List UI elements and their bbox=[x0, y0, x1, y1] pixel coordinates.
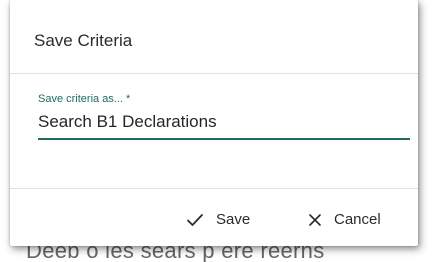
check-icon bbox=[186, 213, 204, 227]
save-button-label: Save bbox=[216, 211, 251, 228]
criteria-name-label: Save criteria as... * bbox=[38, 92, 410, 106]
save-button[interactable]: Save bbox=[186, 211, 250, 228]
criteria-name-field: Save criteria as... * bbox=[38, 92, 410, 140]
dialog-header: Save Criteria bbox=[10, 0, 418, 74]
required-marker: * bbox=[126, 93, 131, 105]
screen: Deeb o ies sears p ere reerns Save Crite… bbox=[0, 0, 435, 262]
save-criteria-dialog: Save Criteria Save criteria as... * Save bbox=[10, 0, 418, 246]
cancel-button[interactable]: Cancel bbox=[308, 211, 381, 228]
cancel-button-label: Cancel bbox=[334, 211, 381, 228]
dialog-title: Save Criteria bbox=[34, 31, 133, 50]
close-icon bbox=[308, 213, 322, 227]
criteria-name-input[interactable] bbox=[38, 112, 410, 140]
criteria-name-label-text: Save criteria as... bbox=[38, 93, 123, 105]
dialog-footer: Save Cancel bbox=[10, 188, 418, 246]
